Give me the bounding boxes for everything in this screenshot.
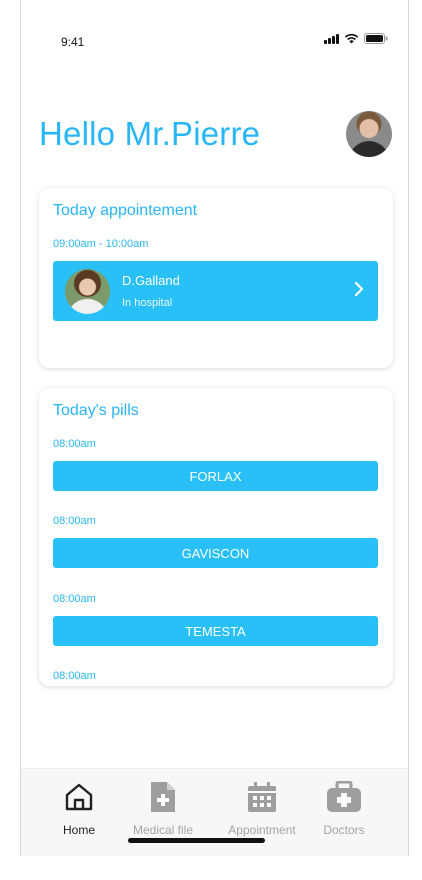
status-time: 9:41 <box>61 35 85 49</box>
nav-medical-file-label: Medical file <box>132 823 194 837</box>
wifi-icon <box>344 33 359 44</box>
pill-item-temesta[interactable]: TEMESTA <box>53 616 378 646</box>
greeting-title: Hello Mr.Pierre <box>39 115 261 152</box>
nav-medical-file[interactable]: Medical file <box>118 779 208 837</box>
appointment-location: In hospital <box>122 297 173 309</box>
nav-doctors[interactable]: Doctors <box>299 779 389 837</box>
pill-time: 08:00am <box>53 515 96 527</box>
pills-card-title: Today's pills <box>53 402 139 419</box>
status-bar: 9:41 <box>21 0 408 60</box>
pill-time: 08:00am <box>53 670 96 682</box>
status-icons <box>324 33 388 44</box>
appointment-card-title: Today appointement <box>53 202 198 219</box>
doctor-name: D.Galland <box>122 273 180 288</box>
battery-icon <box>364 33 388 44</box>
medical-kit-icon <box>299 779 389 815</box>
pill-item-gaviscon[interactable]: GAVISCON <box>53 538 378 568</box>
appointment-time: 09:00am - 10:00am <box>53 238 149 250</box>
home-icon <box>34 779 124 815</box>
pill-time: 08:00am <box>53 438 96 450</box>
doctor-avatar <box>65 269 110 314</box>
nav-doctors-label: Doctors <box>323 823 365 837</box>
signal-icon <box>324 33 339 44</box>
nav-home-label: Home <box>62 823 95 837</box>
appointment-item[interactable]: D.Galland In hospital <box>53 261 378 321</box>
user-avatar[interactable] <box>346 111 392 157</box>
chevron-right-icon[interactable] <box>354 281 364 302</box>
home-indicator <box>128 838 265 843</box>
pill-item-forlax[interactable]: FORLAX <box>53 461 378 491</box>
nav-appointment-label: Appointment <box>228 823 296 837</box>
today-appointment-card: Today appointement 09:00am - 10:00am D.G… <box>39 188 393 368</box>
nav-appointment[interactable]: Appointment <box>217 779 307 837</box>
nav-home[interactable]: Home <box>34 779 124 837</box>
today-pills-card: Today's pills 08:00am FORLAX 08:00am GAV… <box>39 388 393 686</box>
calendar-icon <box>217 779 307 815</box>
pill-time: 08:00am <box>53 593 96 605</box>
phone-screen: 9:41 Hello Mr.Pierre Today appointement … <box>20 0 409 856</box>
medical-file-icon <box>118 779 208 815</box>
